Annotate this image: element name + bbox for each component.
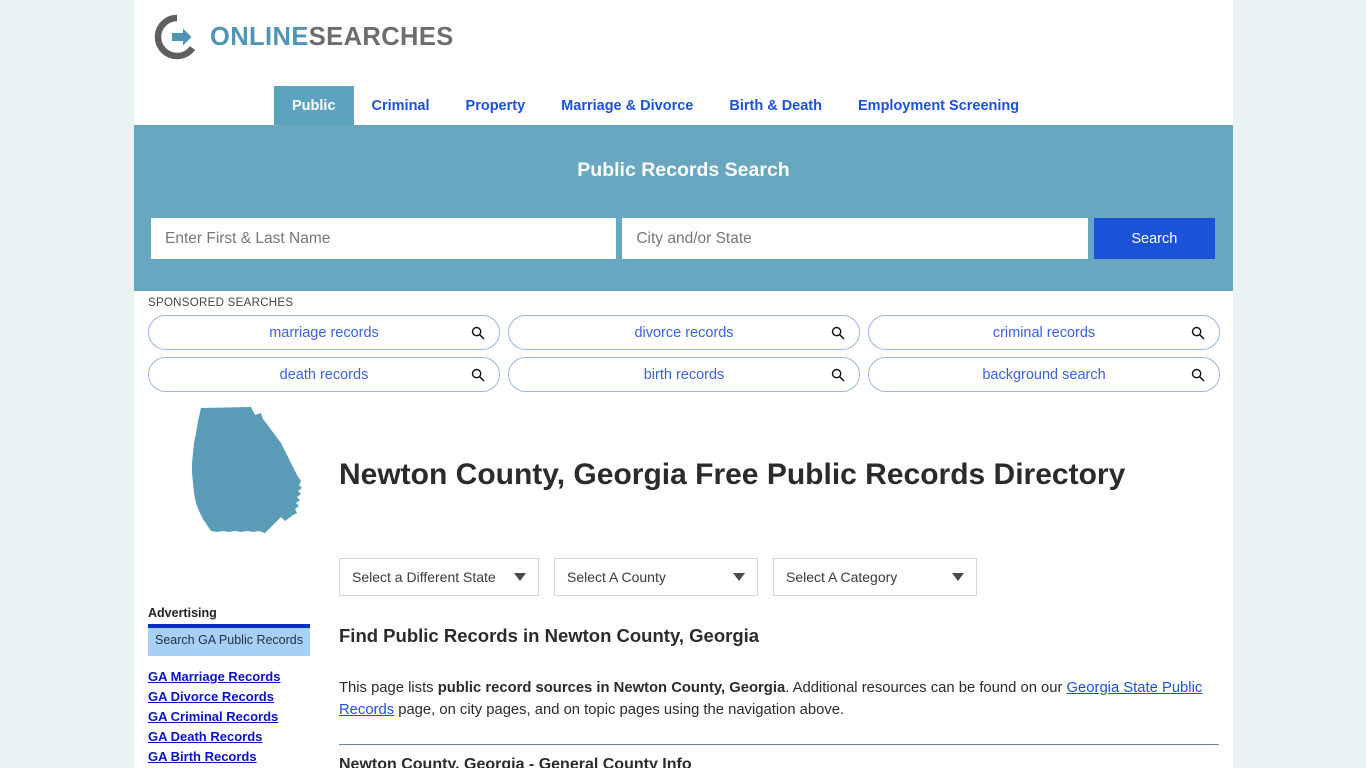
sponsored-row-1: marriage records divorce records crimina…: [148, 315, 1220, 350]
circle-arrow-icon: [154, 14, 196, 60]
chevron-down-icon: [952, 573, 964, 581]
sponsored-pill-birth-records[interactable]: birth records: [508, 357, 860, 392]
content-container: ONLINESEARCHES Public Criminal Property …: [134, 0, 1233, 768]
search-icon: [471, 368, 485, 382]
search-icon: [831, 368, 845, 382]
sponsored-pill-marriage-records[interactable]: marriage records: [148, 315, 500, 350]
sidebar-link-ga-birth-records[interactable]: GA Birth Records: [148, 749, 310, 764]
sidebar-link-ga-divorce-records[interactable]: GA Divorce Records: [148, 689, 310, 704]
paragraph-part-1: This page lists: [339, 680, 438, 696]
sponsored-pill-criminal-records[interactable]: criminal records: [868, 315, 1220, 350]
paragraph-part-3: page, on city pages, and on topic pages …: [394, 702, 845, 718]
pill-label: divorce records: [634, 324, 734, 341]
pill-label: criminal records: [992, 324, 1096, 341]
sidebar-link-ga-death-records[interactable]: GA Death Records: [148, 729, 310, 744]
intro-paragraph: This page lists public record sources in…: [339, 677, 1219, 721]
search-icon: [471, 326, 485, 340]
paragraph-bold-phrase: public record sources in Newton County, …: [437, 680, 786, 696]
search-button[interactable]: Search: [1093, 218, 1215, 259]
pill-label: birth records: [643, 366, 725, 383]
sponsored-row-2: death records birth records background s…: [148, 357, 1220, 392]
category-select[interactable]: Select A Category: [773, 558, 977, 596]
search-form: Search: [151, 218, 1215, 259]
article-body: Find Public Records in Newton County, Ge…: [339, 625, 1219, 721]
county-select[interactable]: Select A County: [554, 558, 758, 596]
sidebar: Advertising Search GA Public Records GA …: [148, 606, 310, 768]
category-select-label: Select A Category: [786, 569, 898, 585]
hero-title: Public Records Search: [577, 159, 790, 181]
state-select-label: Select a Different State: [352, 569, 496, 585]
location-search-input[interactable]: [622, 218, 1088, 259]
tab-marriage-divorce[interactable]: Marriage & Divorce: [543, 86, 711, 125]
pill-label: marriage records: [269, 324, 379, 341]
section-title: Find Public Records in Newton County, Ge…: [339, 625, 760, 646]
logo-online-text: ONLINE: [210, 22, 309, 51]
page-title: Newton County, Georgia Free Public Recor…: [339, 458, 1126, 492]
name-search-input[interactable]: [151, 218, 617, 259]
tab-criminal[interactable]: Criminal: [354, 86, 448, 125]
tab-birth-death[interactable]: Birth & Death: [711, 86, 840, 125]
tab-property[interactable]: Property: [448, 86, 544, 125]
ad-banner[interactable]: Search GA Public Records: [148, 624, 310, 656]
sponsored-searches-label: SPONSORED SEARCHES: [148, 297, 294, 309]
sponsored-pill-background-search[interactable]: background search: [868, 357, 1220, 392]
general-county-info-heading: Newton County, Georgia - General County …: [339, 756, 692, 768]
sponsored-pill-death-records[interactable]: death records: [148, 357, 500, 392]
advertising-label: Advertising: [148, 606, 217, 620]
section-divider: [339, 744, 1219, 745]
search-icon: [1191, 326, 1205, 340]
sponsored-searches: SPONSORED SEARCHES marriage records divo…: [148, 297, 1220, 399]
paragraph-part-2: . Additional resources can be found on o…: [785, 680, 1067, 696]
filter-selects: Select a Different State Select A County…: [339, 558, 977, 596]
sidebar-link-ga-marriage-records[interactable]: GA Marriage Records: [148, 669, 310, 684]
main-navigation: Public Criminal Property Marriage & Divo…: [134, 86, 1233, 125]
tab-employment-screening[interactable]: Employment Screening: [840, 86, 1037, 125]
chevron-down-icon: [514, 573, 526, 581]
sidebar-links: GA Marriage Records GA Divorce Records G…: [148, 669, 310, 764]
georgia-state-outline-icon: [192, 407, 302, 533]
pill-label: death records: [279, 366, 369, 383]
logo-wordmark: ONLINESEARCHES: [210, 23, 454, 52]
tab-public[interactable]: Public: [274, 86, 354, 125]
state-select[interactable]: Select a Different State: [339, 558, 539, 596]
public-records-search-hero: Public Records Search Search: [134, 125, 1233, 291]
pill-label: background search: [982, 366, 1106, 383]
search-icon: [831, 326, 845, 340]
page-root: ONLINESEARCHES Public Criminal Property …: [0, 0, 1366, 768]
chevron-down-icon: [733, 573, 745, 581]
sidebar-link-ga-criminal-records[interactable]: GA Criminal Records: [148, 709, 310, 724]
sponsored-pill-divorce-records[interactable]: divorce records: [508, 315, 860, 350]
logo-searches-text: SEARCHES: [308, 22, 454, 51]
site-logo[interactable]: ONLINESEARCHES: [154, 14, 454, 60]
search-icon: [1191, 368, 1205, 382]
county-select-label: Select A County: [567, 569, 666, 585]
